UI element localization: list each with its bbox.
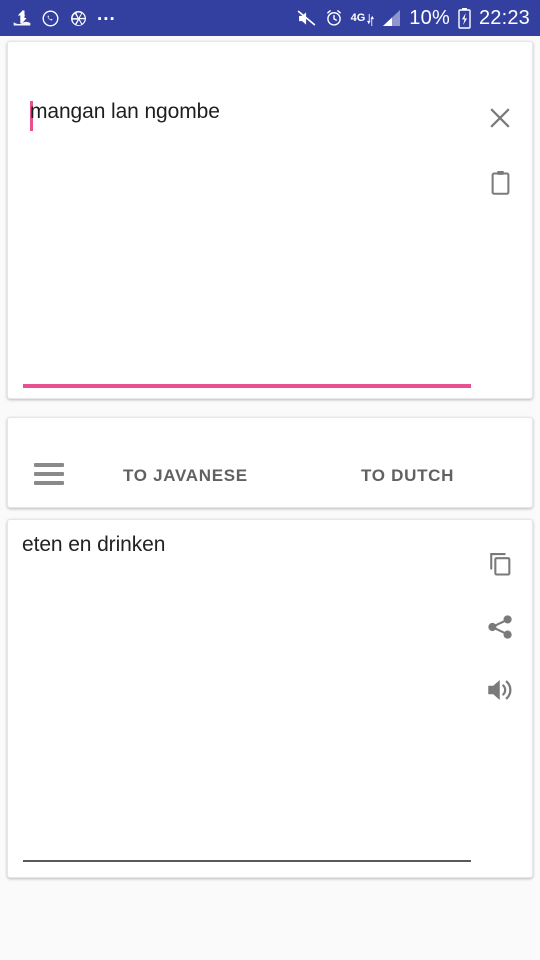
battery-charging-icon: [457, 7, 472, 29]
paste-clipboard-icon[interactable]: [482, 164, 518, 200]
action-bar-card: TO JAVANESE TO DUTCH: [7, 417, 533, 508]
translate-to-dutch-button[interactable]: TO DUTCH: [361, 466, 454, 486]
status-bar-left-group: ...: [12, 3, 116, 28]
network-type-label: 4G: [350, 12, 366, 24]
target-text-value: eten en drinken: [22, 533, 166, 556]
speaker-volume-icon[interactable]: [482, 672, 518, 708]
hamburger-bar: [34, 463, 64, 467]
status-overflow-dots: ...: [97, 3, 116, 25]
clear-icon[interactable]: [482, 100, 518, 136]
translate-to-javanese-button[interactable]: TO JAVANESE: [123, 466, 248, 486]
whatsapp-icon: [41, 9, 60, 28]
status-bar: ... 4G 10% 22:23: [0, 0, 540, 36]
target-text-card[interactable]: [7, 519, 533, 878]
mute-icon: [296, 8, 317, 29]
camera-aperture-icon: [69, 9, 88, 28]
source-actions-group: [482, 100, 518, 200]
data-transfer-icon: [12, 8, 32, 28]
hamburger-bar: [34, 481, 64, 485]
copy-icon[interactable]: [482, 546, 518, 582]
source-text-value[interactable]: mangan lan ngombe: [30, 100, 220, 124]
hamburger-menu-icon[interactable]: [34, 463, 64, 485]
target-output-underline: [23, 860, 471, 862]
battery-percent-label: 10%: [409, 6, 450, 29]
target-actions-group: [482, 546, 518, 708]
hamburger-bar: [34, 472, 64, 476]
alarm-clock-icon: [324, 8, 344, 28]
status-bar-right-group: 4G 10% 22:23: [296, 7, 530, 30]
share-icon[interactable]: [482, 609, 518, 645]
clock-label: 22:23: [478, 6, 530, 29]
network-type-indicator: 4G: [351, 10, 376, 26]
network-activity-arrows-icon: [366, 10, 375, 26]
source-input-underline: [23, 384, 471, 388]
source-text-card[interactable]: mangan lan ngombe: [7, 41, 533, 399]
signal-bars-icon: [382, 9, 402, 27]
